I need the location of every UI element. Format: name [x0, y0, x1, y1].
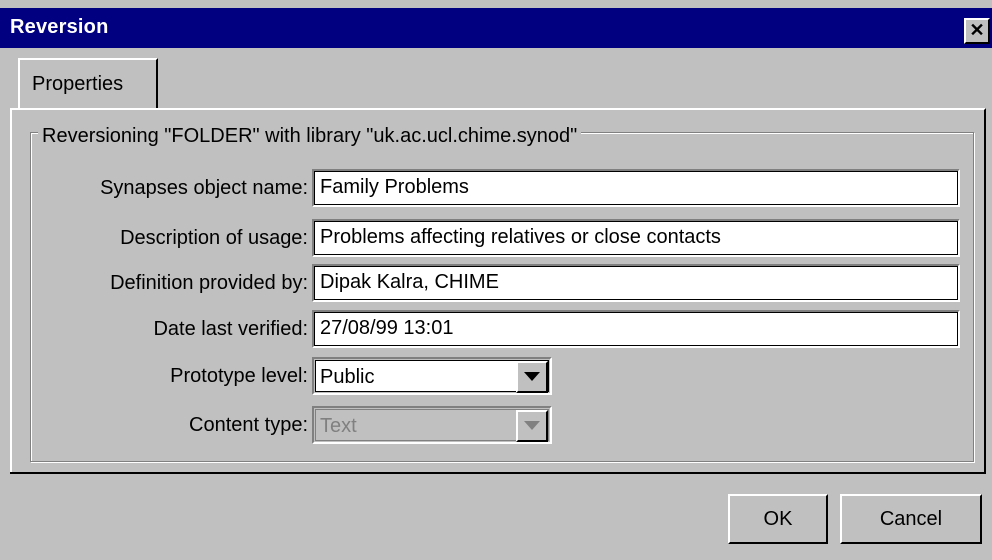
object-name-label: Synapses object name:	[100, 177, 308, 199]
prototype-level-value: Public	[320, 366, 375, 388]
prototype-level-select[interactable]: Public	[312, 357, 552, 395]
content-type-select: Text	[312, 406, 552, 444]
group-legend: Reversioning "FOLDER" with library "uk.a…	[38, 124, 582, 148]
chevron-down-icon[interactable]	[516, 361, 548, 393]
prototype-level-label: Prototype level:	[170, 365, 308, 387]
content-type-value: Text	[320, 415, 357, 437]
content-type-label: Content type:	[189, 414, 308, 436]
definition-label: Definition provided by:	[110, 272, 308, 294]
description-label: Description of usage:	[120, 227, 308, 249]
window-title: Reversion	[10, 16, 109, 38]
cancel-button[interactable]: Cancel	[840, 494, 982, 544]
date-verified-label: Date last verified:	[153, 318, 308, 340]
date-verified-field[interactable]: 27/08/99 13:01	[312, 310, 960, 348]
ok-button[interactable]: OK	[728, 494, 828, 544]
title-bar[interactable]: Reversion ✕	[0, 8, 992, 48]
tab-properties-label: Properties	[32, 73, 124, 95]
chevron-down-icon	[516, 410, 548, 442]
panel-divider	[10, 472, 986, 474]
close-icon[interactable]: ✕	[964, 18, 990, 44]
tab-properties[interactable]: Properties	[18, 58, 158, 110]
description-field[interactable]: Problems affecting relatives or close co…	[312, 219, 960, 257]
reversion-dialog: Reversion ✕ Properties Reversioning "FOL…	[0, 0, 992, 560]
definition-field[interactable]: Dipak Kalra, CHIME	[312, 264, 960, 302]
object-name-field[interactable]: Family Problems	[312, 169, 960, 207]
